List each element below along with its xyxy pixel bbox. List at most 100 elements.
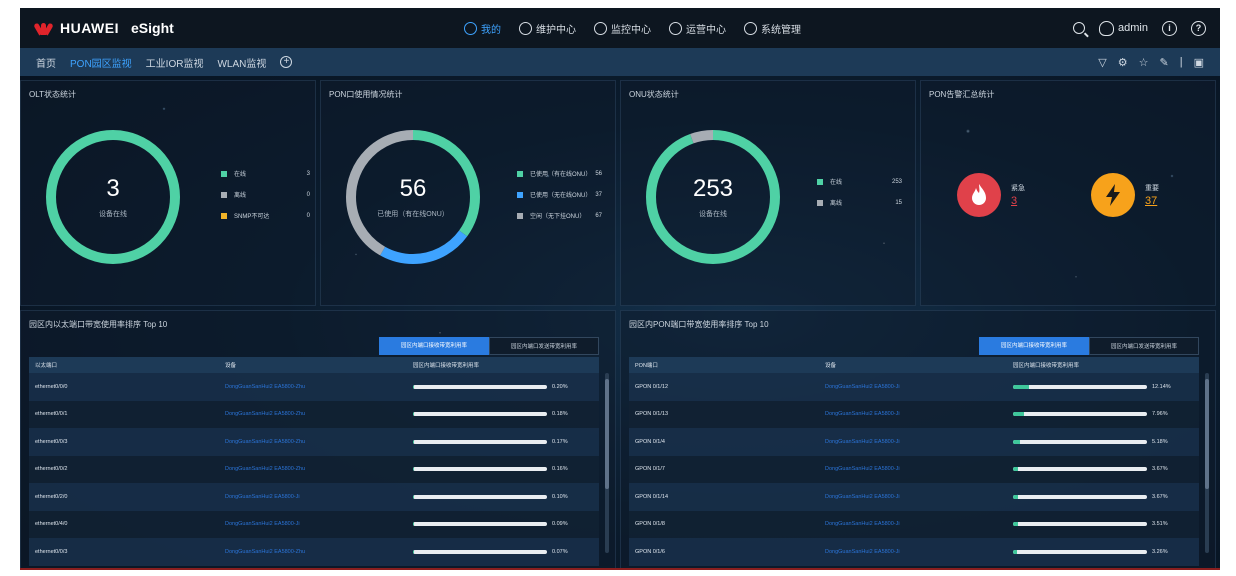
table-row[interactable]: GPON 0/1/8 DongGuanSanHui2 EA5800-Ji 3.51%	[629, 510, 1199, 538]
rate-bar-fill	[413, 439, 415, 444]
rx-rate-button[interactable]: 园区内端口接收带宽利用率	[379, 337, 489, 355]
port-cell: GPON 0/1/7	[635, 466, 665, 473]
swatch-online	[221, 170, 227, 177]
pon-table: PON端口 设备 园区内端口接收带宽利用率 GPON 0/1/12 DongGua…	[629, 357, 1209, 566]
tx-rate-button[interactable]: 园区内端口发送带宽利用率	[489, 337, 599, 355]
legend-value: 67	[595, 212, 602, 219]
device-link[interactable]: DongGuanSanHui2 EA5800-Zhu	[225, 411, 413, 417]
rate-bar	[1013, 549, 1147, 554]
device-link[interactable]: DongGuanSanHui2 EA5800-Ji	[225, 521, 413, 527]
table-scrollbar[interactable]	[605, 373, 609, 553]
device-link[interactable]: DongGuanSanHui2 EA5800-Ji	[225, 494, 413, 500]
swatch-offline	[221, 191, 227, 198]
nav-item-operation[interactable]: 运营中心	[669, 21, 726, 36]
info-icon[interactable]: i	[1162, 20, 1177, 36]
add-tab-icon[interactable]: +	[280, 56, 293, 68]
rx-tx-toggle: 园区内端口接收带宽利用率 园区内端口发送带宽利用率	[379, 337, 599, 355]
device-link[interactable]: DongGuanSanHui2 EA5800-Zhu	[225, 549, 413, 555]
device-link[interactable]: DongGuanSanHui2 EA5800-Ji	[825, 494, 1013, 500]
nav-item-my[interactable]: 我的	[464, 21, 501, 36]
table-row[interactable]: GPON 0/1/6 DongGuanSanHui2 EA5800-Ji 3.26%	[629, 538, 1199, 566]
legend-item: 离线 15	[817, 198, 902, 207]
device-link[interactable]: DongGuanSanHui2 EA5800-Ji	[825, 549, 1013, 555]
table-row[interactable]: ethernet0/0/1 DongGuanSanHui2 EA5800-Zhu 0…	[29, 400, 599, 428]
tab-industrial-ior[interactable]: 工业IOR监视	[146, 55, 204, 70]
rx-tx-toggle: 园区内端口接收带宽利用率 园区内端口发送带宽利用率	[979, 337, 1199, 355]
onu-legend: 在线 253 离线 15	[817, 177, 902, 207]
nav-item-maintenance[interactable]: 维护中心	[519, 21, 576, 36]
table-row[interactable]: ethernet0/0/2 DongGuanSanHui2 EA5800-Zhu 0…	[29, 455, 599, 483]
table-row[interactable]: ethernet0/4/0 DongGuanSanHui2 EA5800-Ji 0.…	[29, 510, 599, 538]
rate-bar	[1013, 384, 1147, 389]
legend-label: 离线	[830, 201, 843, 207]
device-link[interactable]: DongGuanSanHui2 EA5800-Ji	[825, 439, 1013, 445]
device-link[interactable]: DongGuanSanHui2 EA5800-Zhu	[225, 466, 413, 472]
table-row[interactable]: ethernet0/2/0 DongGuanSanHui2 EA5800-Ji 0.…	[29, 483, 599, 511]
major-alarm-stat[interactable]: 重要 37	[1091, 173, 1159, 217]
rate-bar-fill	[413, 412, 415, 417]
critical-alarm-stat[interactable]: 紧急 3	[957, 173, 1025, 217]
olt-legend: 在线 3 离线 0 SNMP不可达 0	[221, 169, 310, 220]
critical-alarm-count[interactable]: 3	[1011, 195, 1025, 207]
tab-tools: ▽ ⚙ ☆ ✎ | ▣	[1098, 56, 1204, 69]
rate-bar	[1013, 467, 1147, 472]
search-icon[interactable]	[1073, 22, 1086, 34]
user-menu[interactable]: admin	[1099, 20, 1148, 36]
rate-cell: 5.18%	[1013, 439, 1168, 445]
rx-rate-button[interactable]: 园区内端口接收带宽利用率	[979, 337, 1089, 355]
table-row[interactable]: GPON 0/1/13 DongGuanSanHui2 EA5800-Ji 7.96…	[629, 400, 1199, 428]
help-icon[interactable]: ?	[1191, 20, 1206, 36]
major-alarm-count[interactable]: 37	[1145, 195, 1159, 207]
product-name: eSight	[131, 20, 174, 36]
lightning-glyph	[1106, 184, 1120, 206]
filter-icon[interactable]: ▽	[1098, 56, 1106, 69]
nav-item-monitor[interactable]: 监控中心	[594, 21, 651, 36]
brand-logo[interactable]: HUAWEI eSight	[33, 20, 464, 36]
legend-item: 在线 253	[817, 177, 902, 186]
tab-wlan[interactable]: WLAN监视	[217, 55, 266, 70]
legend-value: 15	[895, 199, 902, 206]
table-scrollbar[interactable]	[1205, 373, 1209, 553]
device-link[interactable]: DongGuanSanHui2 EA5800-Ji	[825, 466, 1013, 472]
rate-bar-fill	[1013, 439, 1020, 444]
table-row[interactable]: ethernet0/0/3 DongGuanSanHui2 EA5800-Zhu 0…	[29, 538, 599, 566]
legend-item: 空闲（无下挂ONU） 67	[517, 211, 602, 220]
edit-icon[interactable]: ✎	[1160, 56, 1169, 69]
rate-value: 5.18%	[1152, 438, 1168, 445]
device-link[interactable]: DongGuanSanHui2 EA5800-Ji	[825, 521, 1013, 527]
brand-name: HUAWEI	[60, 20, 119, 36]
port-cell: ethernet0/4/0	[35, 521, 68, 528]
device-link[interactable]: DongGuanSanHui2 EA5800-Ji	[825, 411, 1013, 417]
nav-item-system[interactable]: 系统管理	[744, 21, 801, 36]
table-header: 以太端口 设备 园区内端口接收带宽利用率	[29, 357, 599, 373]
table-row[interactable]: ethernet0/0/0 DongGuanSanHui2 EA5800-Zhu 0…	[29, 373, 599, 401]
rate-bar-fill	[1013, 412, 1024, 417]
device-link[interactable]: DongGuanSanHui2 EA5800-Ji	[825, 384, 1013, 390]
pon-donut: 56 已使用（有在线ONU）	[341, 125, 485, 269]
table-row[interactable]: GPON 0/1/12 DongGuanSanHui2 EA5800-Ji 12.1…	[629, 373, 1199, 401]
top-right-tools: admin i ?	[1073, 20, 1206, 36]
tab-home[interactable]: 首页	[36, 55, 56, 70]
star-icon[interactable]: ☆	[1139, 56, 1149, 69]
device-link[interactable]: DongGuanSanHui2 EA5800-Zhu	[225, 439, 413, 445]
table-row[interactable]: GPON 0/1/4 DongGuanSanHui2 EA5800-Ji 5.18%	[629, 428, 1199, 456]
port-cell: ethernet0/2/0	[35, 493, 68, 500]
table-body: ethernet0/0/0 DongGuanSanHui2 EA5800-Zhu 0…	[29, 373, 599, 566]
table-row[interactable]: GPON 0/1/7 DongGuanSanHui2 EA5800-Ji 3.67%	[629, 455, 1199, 483]
rate-bar	[1013, 522, 1147, 527]
user-icon	[464, 21, 477, 35]
tx-rate-button[interactable]: 园区内端口发送带宽利用率	[1089, 337, 1199, 355]
panel-title: OLT状态统计	[29, 90, 76, 99]
stat-text: 重要 37	[1145, 183, 1159, 207]
table-row[interactable]: ethernet0/0/3 DongGuanSanHui2 EA5800-Zhu 0…	[29, 428, 599, 456]
rate-value: 3.67%	[1152, 466, 1168, 473]
settings-icon[interactable]: ⚙	[1118, 56, 1128, 69]
device-link[interactable]: DongGuanSanHui2 EA5800-Zhu	[225, 384, 413, 390]
layout-icon[interactable]: ▣	[1194, 56, 1204, 69]
huawei-logo-icon	[33, 21, 54, 36]
table-row[interactable]: GPON 0/1/14 DongGuanSanHui2 EA5800-Ji 3.67…	[629, 483, 1199, 511]
port-cell: GPON 0/1/12	[635, 383, 669, 390]
tab-pon-campus[interactable]: PON园区监视	[70, 55, 132, 70]
swatch-used-no-online	[517, 191, 523, 198]
dashboard-tab-bar: 首页 PON园区监视 工业IOR监视 WLAN监视 + ▽ ⚙ ☆ ✎ | ▣	[20, 48, 1220, 76]
